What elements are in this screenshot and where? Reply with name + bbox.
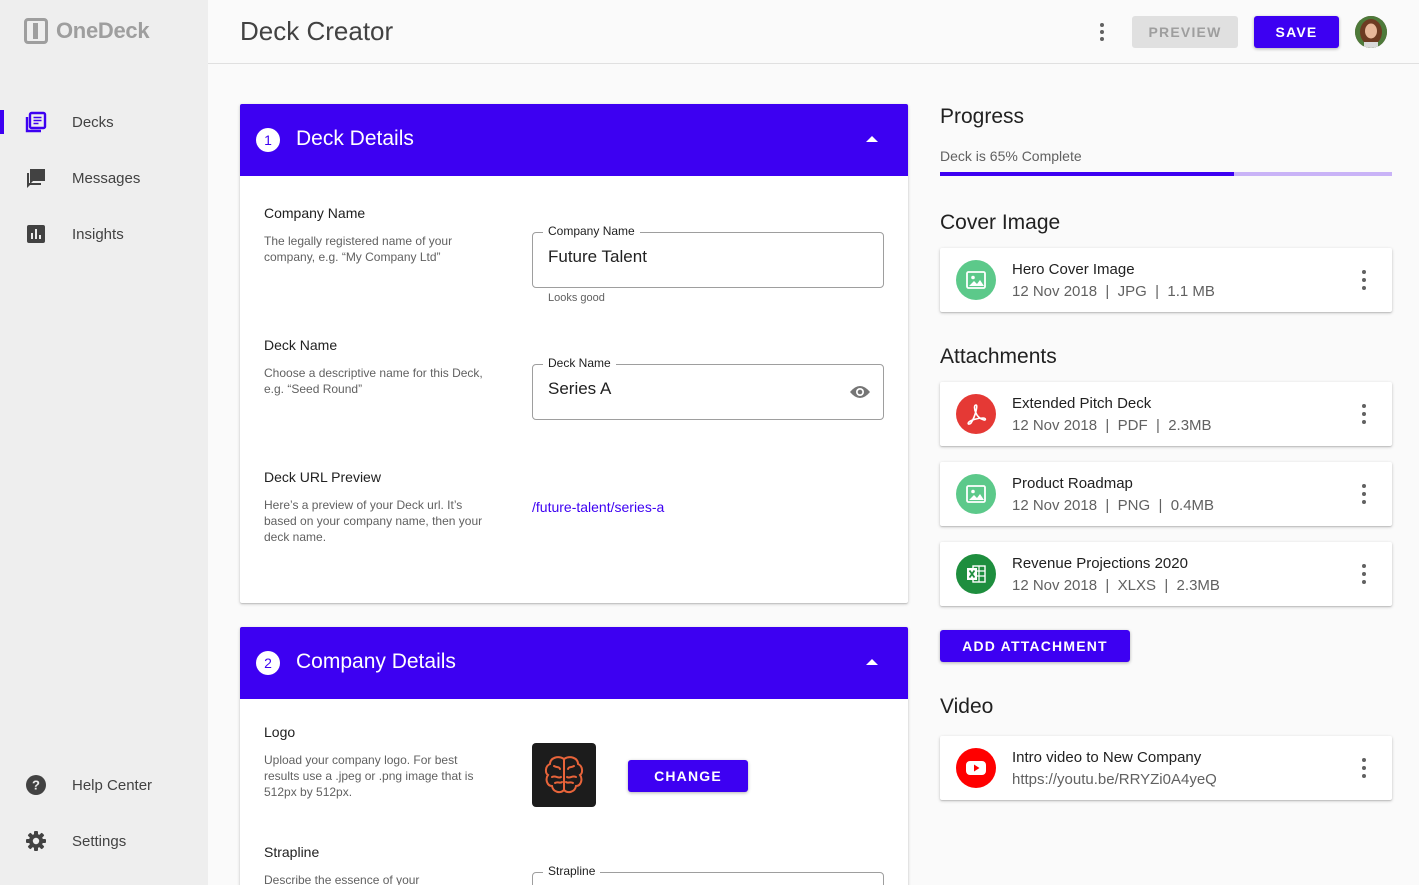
file-meta: 12 Nov 2018 | PDF | 2.3MB	[1012, 417, 1212, 434]
company-details-card: 2 Company Details Logo Upload your compa…	[240, 627, 908, 885]
help-icon: ?	[25, 774, 47, 796]
progress-text: Deck is 65% Complete	[940, 148, 1082, 164]
brain-icon	[544, 756, 584, 794]
progress-bar	[940, 172, 1392, 176]
file-meta: 12 Nov 2018 | JPG | 1.1 MB	[1012, 283, 1215, 300]
add-attachment-button[interactable]: ADD ATTACHMENT	[940, 630, 1130, 662]
attachment-card[interactable]: Extended Pitch Deck 12 Nov 2018 | PDF | …	[940, 382, 1392, 446]
file-name: Intro video to New Company	[1012, 749, 1202, 766]
messages-icon	[25, 167, 47, 189]
strapline-title: Strapline	[264, 844, 320, 860]
pdf-icon	[956, 394, 996, 434]
file-name: Extended Pitch Deck	[1012, 395, 1152, 412]
strapline-label: Strapline	[543, 864, 601, 878]
onedeck-logo-icon	[24, 18, 48, 44]
deck-details-card: 1 Deck Details Company Name The legally …	[240, 104, 908, 603]
deck-name-field[interactable]: Deck Name	[532, 356, 884, 420]
youtube-icon	[956, 748, 996, 788]
company-name-label: Company Name	[543, 224, 640, 238]
deck-url-link[interactable]: /future-talent/series-a	[532, 499, 664, 515]
url-preview-title: Deck URL Preview	[264, 469, 381, 485]
deck-name-label: Deck Name	[543, 356, 616, 370]
strapline-description: Describe the essence of your	[264, 873, 420, 885]
more-options-icon[interactable]	[1356, 270, 1372, 290]
avatar[interactable]	[1355, 16, 1387, 48]
url-preview-description: Here’s a preview of your Deck url. It’s …	[264, 498, 483, 544]
spreadsheet-icon	[956, 554, 996, 594]
sidebar-item-label: Decks	[72, 113, 114, 131]
sidebar-item-help-center[interactable]: ? Help Center	[0, 765, 208, 805]
insights-icon	[25, 223, 47, 245]
sidebar-item-insights[interactable]: Insights	[0, 214, 208, 254]
more-options-icon[interactable]	[1356, 484, 1372, 504]
app-name: OneDeck	[56, 18, 150, 43]
page-title: Deck Creator	[240, 16, 394, 46]
deck-name-description: Choose a descriptive name for this Deck,…	[264, 366, 483, 396]
sidebar: OneDeck Decks Messages Insights ? Help C…	[0, 0, 208, 885]
save-button[interactable]: SAVE	[1254, 16, 1339, 48]
sidebar-item-label: Help Center	[72, 776, 153, 794]
cover-image-card[interactable]: Hero Cover Image 12 Nov 2018 | JPG | 1.1…	[940, 248, 1392, 312]
svg-text:?: ?	[32, 778, 40, 793]
sidebar-item-label: Insights	[72, 225, 124, 243]
video-card[interactable]: Intro video to New Company https://youtu…	[940, 736, 1392, 800]
decks-icon	[25, 111, 47, 133]
logo-title: Logo	[264, 724, 296, 740]
gear-icon	[25, 830, 47, 852]
sidebar-item-settings[interactable]: Settings	[0, 821, 208, 861]
file-name: Hero Cover Image	[1012, 261, 1135, 278]
step-number: 2	[256, 651, 280, 675]
strapline-field[interactable]: Strapline	[532, 864, 884, 885]
deck-details-header[interactable]: 1 Deck Details	[240, 104, 908, 176]
more-options-icon[interactable]	[1356, 564, 1372, 584]
file-name: Revenue Projections 2020	[1012, 555, 1188, 572]
video-url: https://youtu.be/RRYZi0A4yeQ	[1012, 771, 1217, 788]
step-number: 1	[256, 128, 280, 152]
image-icon	[956, 474, 996, 514]
cover-image-heading: Cover Image	[940, 211, 1061, 234]
attachments-heading: Attachments	[940, 345, 1057, 368]
file-meta: 12 Nov 2018 | XLXS | 2.3MB	[1012, 577, 1220, 594]
top-bar: Deck Creator PREVIEW SAVE	[208, 0, 1419, 64]
card-title: Deck Details	[296, 127, 414, 150]
image-icon	[956, 260, 996, 300]
collapse-icon[interactable]	[866, 659, 878, 665]
sidebar-item-messages[interactable]: Messages	[0, 158, 208, 198]
attachment-card[interactable]: Revenue Projections 2020 12 Nov 2018 | X…	[940, 542, 1392, 606]
more-options-icon[interactable]	[1092, 20, 1112, 44]
video-heading: Video	[940, 695, 994, 718]
logo-description: Upload your company logo. For best resul…	[264, 753, 474, 799]
progress-fill	[940, 172, 1234, 176]
attachment-card[interactable]: Product Roadmap 12 Nov 2018 | PNG | 0.4M…	[940, 462, 1392, 526]
company-logo-image	[532, 743, 596, 807]
more-options-icon[interactable]	[1356, 758, 1372, 778]
company-name-description: The legally registered name of your comp…	[264, 234, 453, 264]
progress-heading: Progress	[940, 105, 1025, 128]
change-logo-button[interactable]: CHANGE	[628, 760, 748, 792]
file-name: Product Roadmap	[1012, 475, 1133, 492]
collapse-icon[interactable]	[866, 136, 878, 142]
app-logo[interactable]: OneDeck	[24, 18, 150, 44]
preview-button[interactable]: PREVIEW	[1132, 16, 1238, 48]
more-options-icon[interactable]	[1356, 404, 1372, 424]
company-name-helper: Looks good	[548, 292, 605, 304]
eye-icon[interactable]	[849, 383, 871, 401]
deck-name-input[interactable]	[548, 379, 838, 399]
file-meta: 12 Nov 2018 | PNG | 0.4MB	[1012, 497, 1215, 514]
company-details-header[interactable]: 2 Company Details	[240, 627, 908, 699]
company-name-title: Company Name	[264, 205, 366, 221]
deck-name-title: Deck Name	[264, 337, 338, 353]
sidebar-item-decks[interactable]: Decks	[0, 102, 208, 142]
sidebar-item-label: Messages	[72, 169, 141, 187]
sidebar-item-label: Settings	[72, 832, 127, 850]
card-title: Company Details	[296, 650, 456, 673]
company-name-field[interactable]: Company Name	[532, 224, 884, 288]
company-name-input[interactable]	[548, 247, 838, 267]
